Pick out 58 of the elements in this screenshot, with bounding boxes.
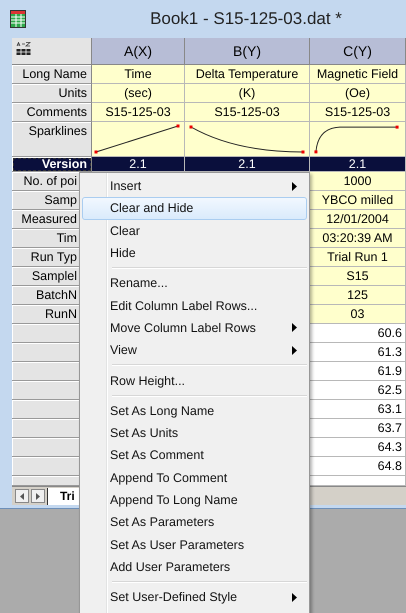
label-cell: 03:20:39 AM — [310, 229, 406, 248]
label-cell: S15-125-03 — [185, 103, 310, 122]
submenu-arrow-icon — [292, 323, 297, 332]
left-triangle-icon — [20, 492, 24, 500]
column-header[interactable]: B(Y) — [185, 38, 310, 65]
label-cell: 12/01/2004 — [310, 210, 406, 229]
menu-item[interactable]: Set As Comment — [82, 444, 307, 467]
menu-item[interactable]: Set User-Defined Style — [82, 586, 307, 608]
scroll-left-button[interactable] — [15, 489, 29, 503]
label-cell: Trial Run 1 — [310, 248, 406, 267]
label-cell: 1000 — [310, 172, 406, 191]
menu-item[interactable]: Row Height... — [82, 369, 307, 392]
menu-item[interactable]: Set As Units — [82, 422, 307, 444]
data-cell: 63.7 — [310, 419, 406, 438]
scroll-right-button[interactable] — [31, 489, 45, 503]
submenu-arrow-icon — [292, 182, 297, 191]
column-header[interactable]: A(X) — [92, 38, 185, 65]
window-title: Book1 - S15-125-03.dat * — [149, 9, 343, 29]
label-cell: Magnetic Field — [310, 65, 406, 84]
data-cell: 61.3 — [310, 343, 406, 362]
row-label: Comments — [12, 103, 92, 122]
data-cell: 64.3 — [310, 438, 406, 457]
label-cell: YBCO milled — [310, 191, 406, 210]
menu-item[interactable]: View — [82, 339, 307, 362]
right-triangle-icon — [36, 492, 40, 500]
label-cell: (Oe) — [310, 84, 406, 103]
data-cell: 63.1 — [310, 400, 406, 419]
submenu-arrow-icon — [292, 346, 297, 355]
data-cell: 60.6 — [310, 324, 406, 343]
label-cell: 03 — [310, 305, 406, 324]
label-cell: S15 — [310, 267, 406, 286]
label-cell: Time — [92, 65, 185, 84]
label-cell: S15-125-03 — [92, 103, 185, 122]
menu-item[interactable]: Append To Comment — [82, 466, 307, 489]
submenu-arrow-icon — [292, 592, 297, 602]
menu-item[interactable]: Set As Long Name — [82, 400, 307, 422]
row-label: Units — [12, 84, 92, 103]
row-label[interactable]: Version — [12, 157, 92, 172]
data-cell: 62.5 — [310, 381, 406, 400]
worksheet-icon — [10, 10, 26, 28]
label-cell: (K) — [185, 84, 310, 103]
row-label: Sparklines — [12, 122, 92, 157]
menu-item[interactable]: Set As Parameters — [82, 511, 307, 534]
data-cell: 64.8 — [310, 457, 406, 476]
sort-table-icon — [16, 42, 31, 56]
label-cell: 2.1 — [310, 157, 406, 172]
menu-item[interactable]: Clear and Hide — [82, 197, 307, 220]
menu-item[interactable]: Add User Parameters — [82, 556, 307, 578]
data-cell: 61.9 — [310, 362, 406, 381]
label-cell: 125 — [310, 286, 406, 305]
label-cell: (sec) — [92, 84, 185, 103]
label-cell: 2.1 — [185, 157, 310, 172]
menu-item[interactable]: Set As User Parameters — [82, 533, 307, 556]
label-cell: 2.1 — [92, 157, 185, 172]
column-header[interactable]: C(Y) — [310, 38, 406, 65]
row-label: Long Name — [12, 65, 92, 84]
label-cell: S15-125-03 — [310, 103, 406, 122]
label-cell: Delta Temperature — [185, 65, 310, 84]
